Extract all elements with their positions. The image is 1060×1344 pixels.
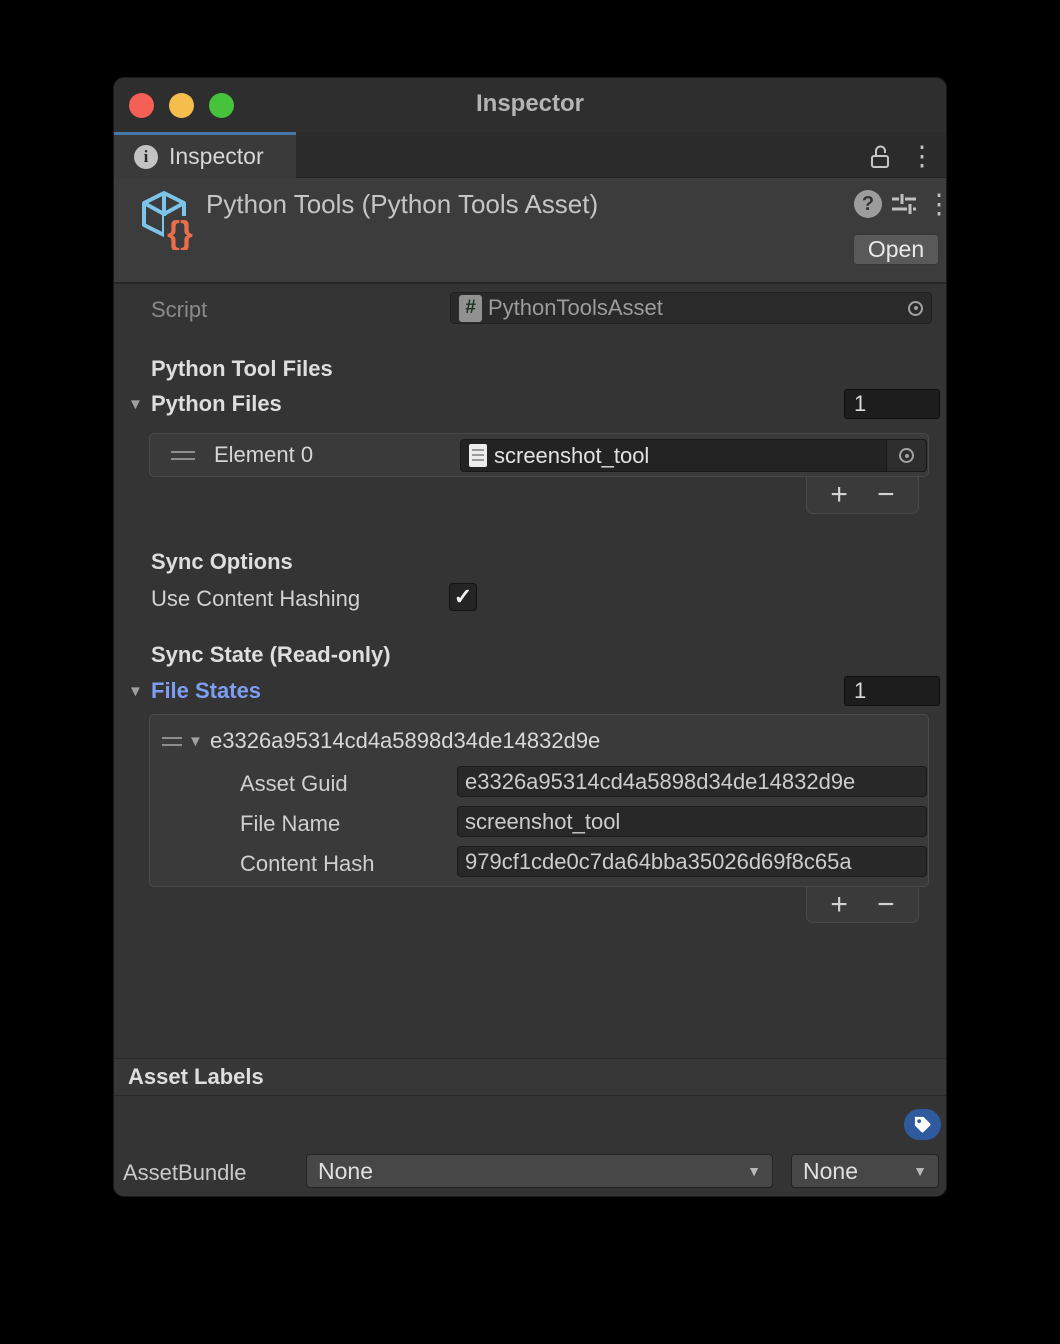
unlock-icon: [867, 143, 893, 170]
file-state-id[interactable]: e3326a95314cd4a5898d34de14832d9e: [210, 728, 600, 754]
chevron-down-icon: ▼: [747, 1163, 761, 1179]
kebab-icon: ⋮: [926, 191, 948, 218]
window-title: Inspector: [114, 90, 946, 118]
script-value: PythonToolsAsset: [488, 295, 908, 321]
check-icon: ✓: [454, 586, 472, 608]
info-icon: i: [134, 145, 158, 169]
content-hash-field[interactable]: 979cf1cde0c7da64bba35026d69f8c65a: [457, 846, 927, 877]
script-object-field[interactable]: # PythonToolsAsset: [450, 292, 932, 324]
element-label: Element 0: [214, 442, 313, 468]
list-item: Element 0 screenshot_tool: [150, 434, 928, 476]
titlebar: Inspector: [114, 78, 946, 132]
component-header: {} Python Tools (Python Tools Asset) ? ⋮…: [114, 178, 946, 282]
asset-labels-header[interactable]: Asset Labels: [114, 1058, 946, 1096]
remove-element-button[interactable]: −: [871, 480, 901, 510]
tab-bar: i Inspector ⋮: [114, 132, 946, 178]
help-icon[interactable]: ?: [854, 190, 882, 218]
asset-labels-heading: Asset Labels: [128, 1064, 264, 1090]
file-states-footer: + −: [806, 887, 919, 923]
python-tools-asset-icon: {}: [134, 188, 196, 256]
use-content-hashing-checkbox[interactable]: ✓: [449, 583, 477, 611]
csharp-script-icon: #: [459, 295, 482, 322]
assetbundle-label: AssetBundle: [123, 1160, 247, 1186]
svg-text:{}: {}: [167, 214, 193, 250]
foldout-arrow-icon[interactable]: ▼: [128, 396, 143, 413]
add-file-state-button[interactable]: +: [824, 890, 854, 920]
inspector-window: Inspector i Inspector ⋮: [113, 77, 947, 1197]
remove-file-state-button[interactable]: −: [871, 890, 901, 920]
assetbundle-variant-selected: None: [803, 1158, 858, 1185]
inspector-body: Script # PythonToolsAsset Python Tool Fi…: [114, 284, 946, 1197]
add-element-button[interactable]: +: [824, 480, 854, 510]
lock-toggle-button[interactable]: [864, 141, 896, 171]
file-states-label[interactable]: File States: [151, 678, 261, 704]
open-button[interactable]: Open: [853, 234, 939, 265]
python-tool-files-heading: Python Tool Files: [151, 356, 333, 382]
python-files-count-field[interactable]: 1: [844, 389, 940, 419]
asset-guid-field[interactable]: e3326a95314cd4a5898d34de14832d9e: [457, 766, 927, 797]
chevron-down-icon: ▼: [913, 1163, 927, 1179]
file-name-label: File Name: [240, 811, 340, 837]
asset-label-tag-button[interactable]: [904, 1109, 941, 1140]
foldout-arrow-icon[interactable]: ▼: [128, 683, 143, 700]
sync-state-heading: Sync State (Read-only): [151, 642, 391, 668]
assetbundle-dropdown[interactable]: None ▼: [306, 1154, 773, 1188]
file-name-field[interactable]: screenshot_tool: [457, 806, 927, 837]
file-states-count-field[interactable]: 1: [844, 676, 940, 706]
component-title: Python Tools (Python Tools Asset): [206, 189, 598, 220]
script-label: Script: [151, 297, 207, 323]
component-menu-button[interactable]: ⋮: [926, 189, 947, 219]
python-files-list: Element 0 screenshot_tool: [149, 433, 929, 477]
tab-menu-button[interactable]: ⋮: [909, 141, 935, 171]
assetbundle-selected: None: [318, 1158, 373, 1185]
element-object-field[interactable]: screenshot_tool: [460, 439, 927, 472]
tag-icon: [913, 1115, 932, 1134]
drag-handle-icon[interactable]: [162, 737, 182, 746]
content-hash-label: Content Hash: [240, 851, 375, 877]
foldout-arrow-icon[interactable]: ▼: [188, 733, 203, 750]
drag-handle-icon[interactable]: [171, 451, 195, 460]
kebab-icon: ⋮: [909, 143, 936, 170]
asset-guid-label: Asset Guid: [240, 771, 348, 797]
sync-options-heading: Sync Options: [151, 549, 293, 575]
object-picker-icon: [899, 448, 914, 463]
text-asset-icon: [469, 444, 487, 467]
list-footer: + −: [806, 477, 919, 514]
file-state-entry: ▼ e3326a95314cd4a5898d34de14832d9e Asset…: [149, 714, 929, 887]
assetbundle-variant-dropdown[interactable]: None ▼: [791, 1154, 939, 1188]
python-files-label[interactable]: Python Files: [151, 391, 282, 417]
presets-icon[interactable]: [890, 191, 918, 223]
use-content-hashing-label: Use Content Hashing: [151, 586, 360, 612]
tab-inspector[interactable]: i Inspector: [114, 132, 296, 178]
tab-label: Inspector: [169, 143, 264, 170]
object-picker-section[interactable]: [886, 440, 926, 471]
object-picker-icon[interactable]: [908, 301, 923, 316]
element-value: screenshot_tool: [494, 443, 918, 469]
